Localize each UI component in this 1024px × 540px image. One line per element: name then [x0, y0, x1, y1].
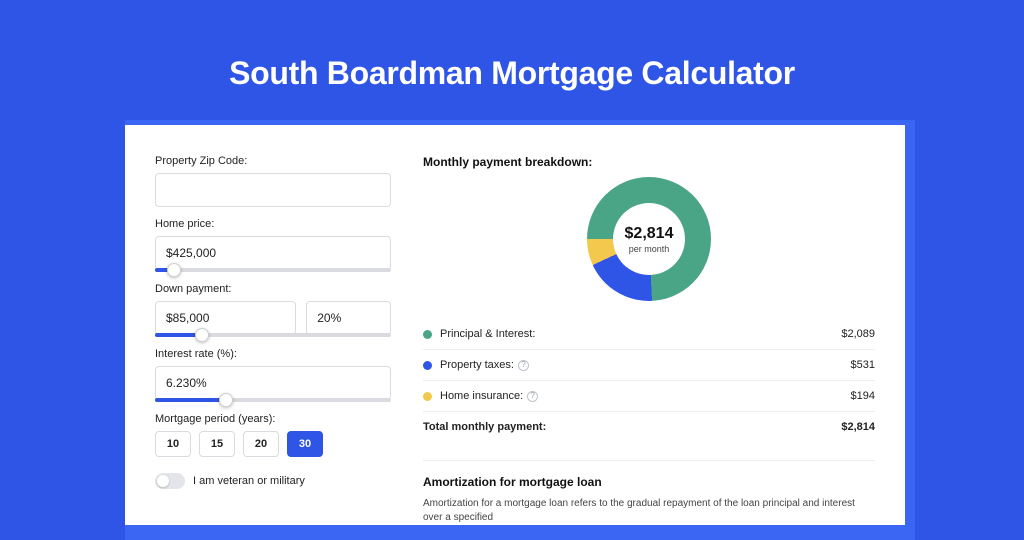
legend-dot-icon	[423, 392, 432, 401]
form-column: Property Zip Code: Home price: Down paym…	[125, 125, 413, 525]
breakdown-legend: Principal & Interest:$2,089Property taxe…	[423, 319, 875, 442]
period-option-15[interactable]: 15	[199, 431, 235, 457]
legend-dot-icon	[423, 330, 432, 339]
down-payment-label: Down payment:	[155, 283, 391, 295]
interest-rate-input[interactable]	[155, 366, 391, 400]
amortization-section: Amortization for mortgage loan Amortizat…	[423, 460, 875, 525]
mortgage-period-label: Mortgage period (years):	[155, 413, 391, 425]
legend-row: Property taxes:?$531	[423, 349, 875, 380]
down-payment-percent-input[interactable]	[306, 301, 391, 335]
home-price-slider[interactable]	[155, 268, 391, 272]
breakdown-column: Monthly payment breakdown: $2,814 per mo…	[413, 125, 905, 525]
field-veteran: I am veteran or military	[155, 473, 391, 489]
mortgage-period-options: 10 15 20 30	[155, 431, 391, 457]
amortization-text: Amortization for a mortgage loan refers …	[423, 497, 875, 525]
legend-value: $194	[851, 390, 875, 402]
legend-label: Principal & Interest:	[440, 328, 841, 340]
info-icon[interactable]: ?	[518, 360, 529, 371]
info-icon[interactable]: ?	[527, 391, 538, 402]
home-price-label: Home price:	[155, 218, 391, 230]
legend-value: $2,089	[841, 328, 875, 340]
donut-wrap: $2,814 per month	[423, 177, 875, 301]
down-payment-slider[interactable]	[155, 333, 391, 337]
payment-donut-chart: $2,814 per month	[587, 177, 711, 301]
legend-value: $531	[851, 359, 875, 371]
period-option-20[interactable]: 20	[243, 431, 279, 457]
legend-dot-icon	[423, 361, 432, 370]
page-title: South Boardman Mortgage Calculator	[0, 0, 1024, 92]
field-down-payment: Down payment:	[155, 283, 391, 337]
zip-label: Property Zip Code:	[155, 155, 391, 167]
interest-rate-slider-thumb[interactable]	[219, 393, 233, 407]
legend-row: Principal & Interest:$2,089	[423, 319, 875, 349]
calculator-card: Property Zip Code: Home price: Down paym…	[125, 125, 905, 525]
legend-row: Home insurance:?$194	[423, 380, 875, 411]
home-price-input[interactable]	[155, 236, 391, 270]
zip-input[interactable]	[155, 173, 391, 207]
veteran-label: I am veteran or military	[193, 475, 305, 487]
legend-total-row: Total monthly payment:$2,814	[423, 411, 875, 442]
period-option-30[interactable]: 30	[287, 431, 323, 457]
down-payment-slider-thumb[interactable]	[195, 328, 209, 342]
field-mortgage-period: Mortgage period (years): 10 15 20 30	[155, 413, 391, 457]
home-price-slider-thumb[interactable]	[167, 263, 181, 277]
donut-sub: per month	[629, 244, 670, 254]
period-option-10[interactable]: 10	[155, 431, 191, 457]
donut-amount: $2,814	[625, 225, 674, 243]
field-zip: Property Zip Code:	[155, 155, 391, 207]
legend-total-value: $2,814	[841, 421, 875, 433]
legend-label: Property taxes:?	[440, 359, 851, 371]
field-home-price: Home price:	[155, 218, 391, 272]
donut-center: $2,814 per month	[613, 203, 685, 275]
legend-total-label: Total monthly payment:	[423, 421, 841, 433]
interest-rate-label: Interest rate (%):	[155, 348, 391, 360]
amortization-title: Amortization for mortgage loan	[423, 475, 875, 489]
breakdown-heading: Monthly payment breakdown:	[423, 155, 875, 169]
legend-label: Home insurance:?	[440, 390, 851, 402]
interest-rate-slider[interactable]	[155, 398, 391, 402]
down-payment-amount-input[interactable]	[155, 301, 296, 335]
field-interest-rate: Interest rate (%):	[155, 348, 391, 402]
veteran-toggle[interactable]	[155, 473, 185, 489]
interest-rate-slider-fill	[155, 398, 226, 402]
